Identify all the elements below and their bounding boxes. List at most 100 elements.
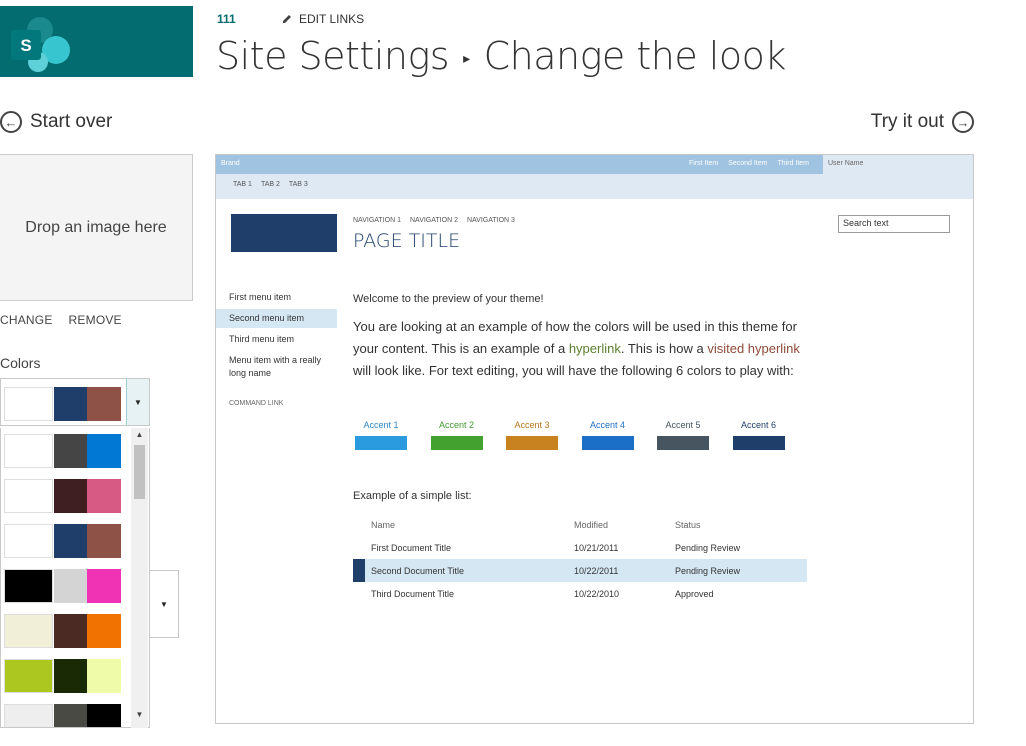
preview-list-title: Example of a simple list: [353, 490, 472, 502]
preview-top-nav-item: First Item [689, 160, 719, 167]
accent-color-bar [657, 436, 709, 450]
edit-links-label: EDIT LINKS [299, 12, 365, 26]
palette-swatch [4, 479, 53, 513]
palette-swatch [4, 614, 53, 648]
preview-menu-item: Menu item with a really long name [229, 355, 322, 378]
preview-list-row: Second Document Title 10/22/2011 Pending R… [353, 559, 807, 582]
palette-swatch [54, 434, 87, 468]
palette-option[interactable] [1, 428, 129, 472]
sharepoint-logo-icon: S [11, 17, 70, 72]
accent-color-bar [355, 436, 407, 450]
breadcrumb-site-settings[interactable]: Site Settings [216, 34, 450, 78]
page-title: Site Settings ▸ Change the look [216, 34, 786, 78]
list-cell: 10/21/2011 [574, 543, 619, 553]
preview-top-nav-item: Third Item [777, 160, 809, 167]
preview-tab-bar: TAB 1 TAB 2 TAB 3 [216, 174, 973, 199]
preview-user-name: User Name [828, 160, 864, 167]
list-cell: Second Document Title [371, 566, 465, 576]
try-it-out-button[interactable]: Try it out → [871, 111, 974, 133]
palette-option[interactable] [1, 698, 129, 727]
preview-menu-item: First menu item [229, 292, 292, 302]
accent-color-bar [430, 436, 483, 450]
palette-swatch [87, 479, 121, 513]
palette-option[interactable] [1, 473, 129, 517]
image-drop-zone[interactable]: Drop an image here [0, 154, 193, 301]
list-header-cell: Name [371, 520, 396, 530]
preview-left-nav: First menu item Second menu item Third men… [216, 288, 337, 383]
preview-navigation: NAVIGATION 1 NAVIGATION 2 NAVIGATION 3 [353, 217, 515, 224]
palette-swatch [4, 524, 53, 558]
preview-page-title: PAGE TITLE [353, 230, 461, 252]
chevron-down-icon[interactable]: ▼ [126, 379, 149, 425]
start-over-button[interactable]: ← Start over [0, 111, 112, 133]
try-it-out-label: Try it out [870, 111, 944, 132]
arrow-right-circle-icon: → [952, 111, 974, 133]
palette-swatch [87, 387, 121, 421]
accent-label: Accent 1 [363, 420, 399, 430]
start-over-label: Start over [30, 111, 113, 132]
preview-top-nav-item: Second Item [728, 160, 768, 167]
list-cell: 10/22/2010 [574, 589, 620, 599]
preview-accent-4: Accent 4 [581, 420, 634, 450]
accent-label: Accent 2 [438, 420, 475, 430]
edit-links-button[interactable]: EDIT LINKS [281, 12, 364, 26]
breadcrumb-separator-icon: ▸ [463, 51, 470, 67]
row-selection-marker [353, 559, 365, 582]
preview-tab: TAB 2 [260, 181, 280, 188]
color-palette-list[interactable] [0, 428, 150, 728]
preview-top-nav: First Item Second Item Third Item [689, 160, 809, 167]
remove-image-link[interactable]: REMOVE [69, 313, 122, 327]
font-scheme-dropdown[interactable]: ▼ [150, 570, 179, 638]
preview-accent-6: Accent 6 [732, 420, 785, 450]
theme-preview: Brand First Item Second Item Third Item … [215, 154, 974, 724]
palette-swatch [4, 659, 53, 693]
preview-simple-list: Name Modified Status First Document Title 10… [353, 513, 807, 605]
list-cell: Pending Review [675, 566, 741, 576]
change-image-link[interactable]: CHANGE [0, 313, 53, 327]
list-cell: Approved [675, 589, 714, 599]
list-cell: First Document Title [371, 543, 452, 553]
sharepoint-logo-tile[interactable]: S [0, 6, 193, 77]
palette-swatch [54, 387, 87, 421]
palette-swatch [4, 569, 53, 603]
preview-accent-5: Accent 5 [657, 420, 709, 450]
list-header-cell: Status [675, 520, 701, 530]
palette-option[interactable] [1, 653, 129, 697]
accent-color-bar [581, 436, 634, 450]
preview-tab: TAB 1 [233, 181, 252, 188]
image-actions: CHANGE REMOVE [0, 313, 122, 327]
preview-hyperlink: hyperlink [568, 341, 621, 356]
color-palette-dropdown[interactable]: ▼ [0, 378, 150, 426]
site-number-link[interactable]: 111 [217, 12, 236, 26]
list-cell: 10/22/2011 [574, 566, 619, 576]
palette-swatch [87, 659, 121, 693]
palette-option[interactable] [1, 563, 129, 607]
preview-tab: TAB 3 [288, 181, 308, 188]
preview-menu-item: Second menu item [216, 309, 337, 328]
accent-label: Accent 5 [665, 420, 701, 430]
palette-option[interactable] [1, 608, 129, 652]
preview-brand: Brand [221, 160, 240, 167]
preview-logo [231, 214, 337, 252]
scroll-down-icon[interactable]: ▼ [131, 710, 148, 719]
drop-zone-text: Drop an image here [25, 218, 167, 236]
accent-label: Accent 3 [514, 420, 550, 430]
sharepoint-logo-letter: S [20, 36, 31, 55]
pencil-icon [283, 15, 291, 23]
palette-swatch [4, 434, 53, 468]
preview-suite-bar: Brand First Item Second Item Third Item [216, 155, 823, 174]
palette-swatch [87, 434, 121, 468]
preview-visited-hyperlink: visited hyperlink [707, 341, 800, 356]
palette-swatch [87, 524, 121, 558]
preview-accent-2: Accent 2 [430, 420, 483, 450]
preview-accent-1: Accent 1 [355, 420, 407, 450]
body-text-part: . This is how a [620, 341, 708, 356]
scroll-up-icon[interactable]: ▲ [131, 430, 148, 439]
list-header-cell: Modified [574, 520, 609, 530]
palette-option[interactable] [1, 518, 129, 562]
preview-nav-item: NAVIGATION 3 [466, 217, 515, 224]
accent-color-bar [732, 436, 785, 450]
scrollbar-thumb[interactable] [134, 445, 145, 499]
colors-label: Colors [0, 355, 41, 371]
arrow-left-circle-icon: ← [0, 111, 22, 133]
